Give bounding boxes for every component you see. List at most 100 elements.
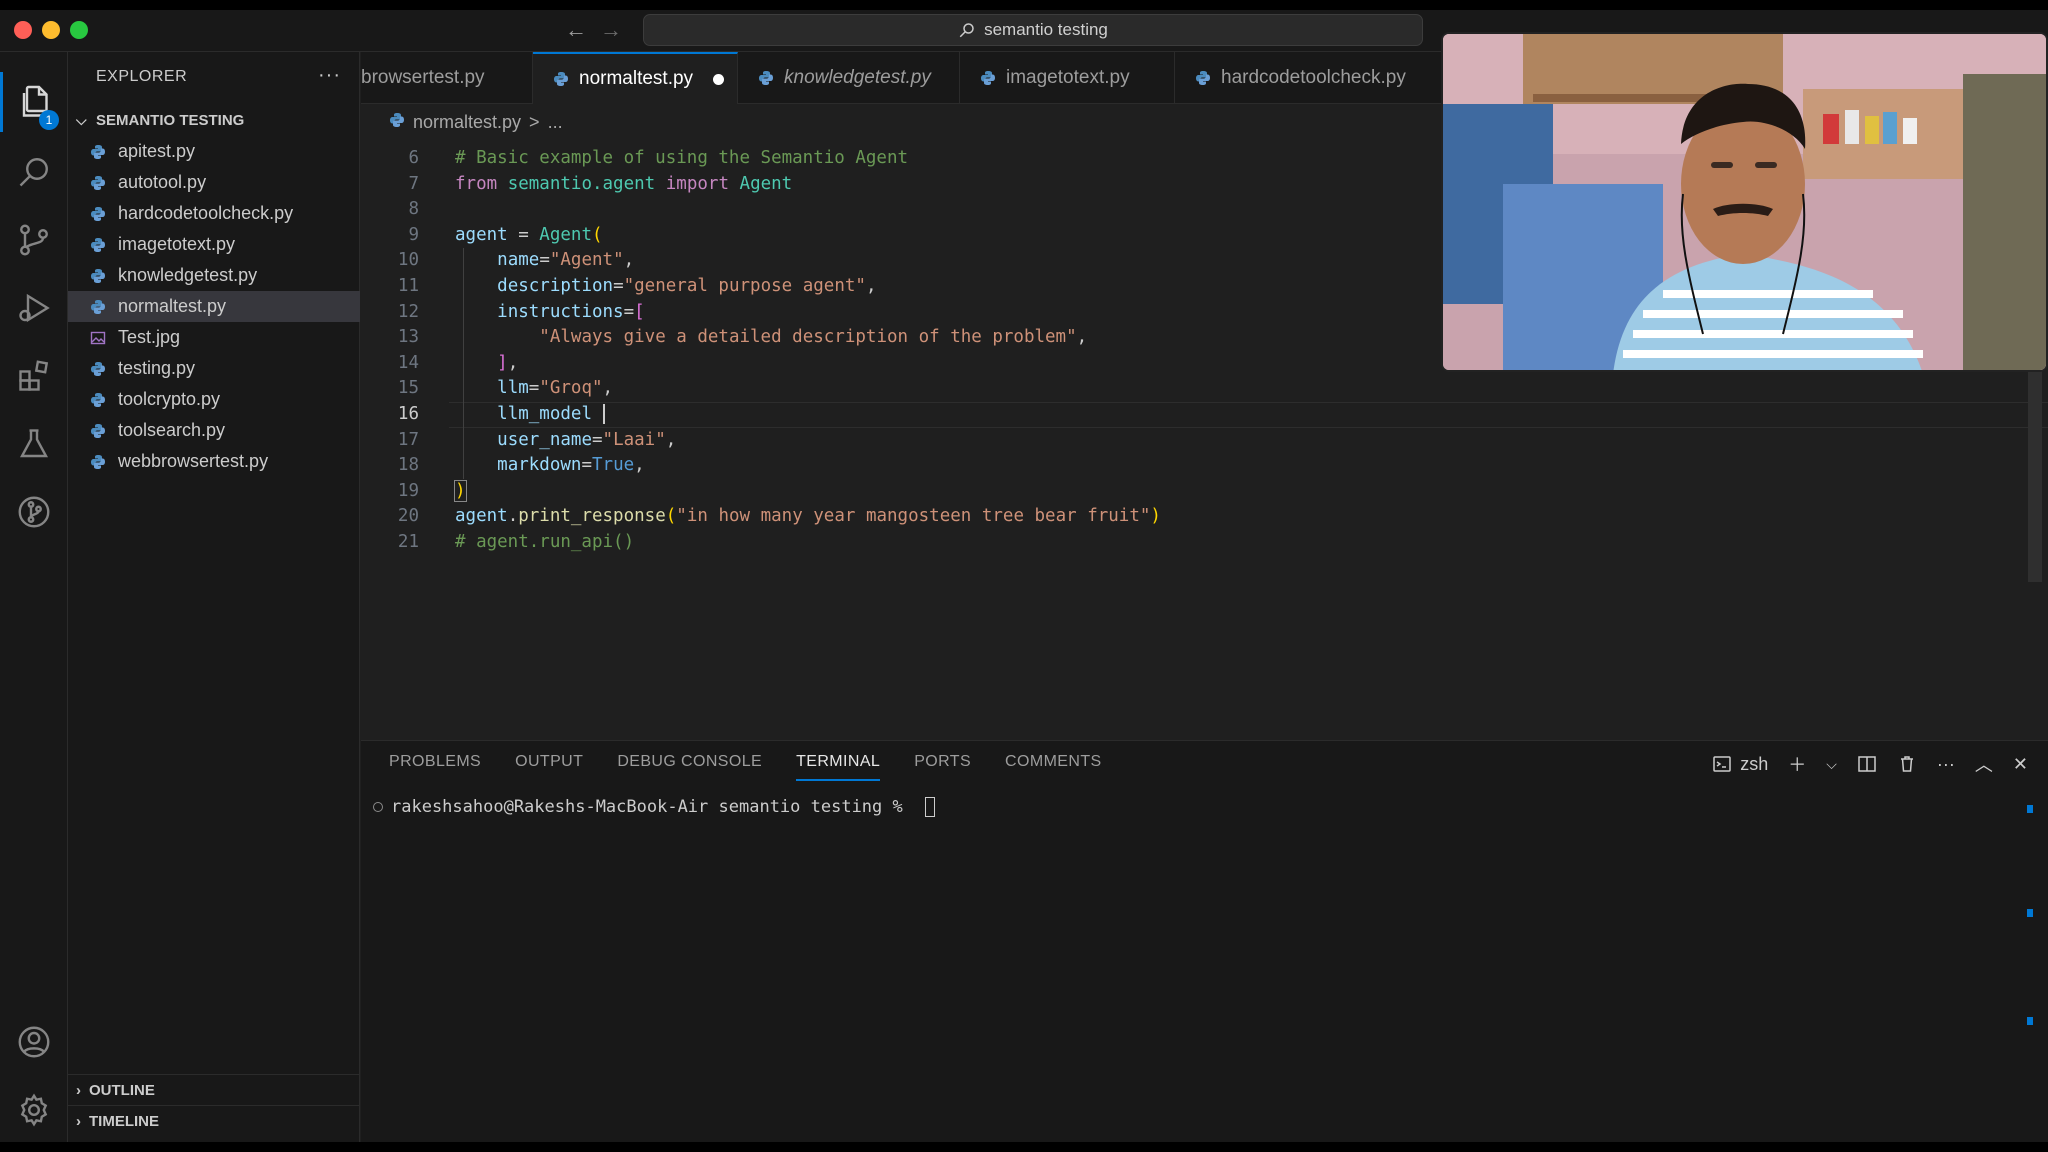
testing-icon — [19, 429, 49, 458]
breadcrumb-file[interactable]: normaltest.py — [413, 112, 521, 133]
unsaved-dot-icon[interactable] — [713, 73, 725, 85]
file-item[interactable]: webbrowsertest.py — [68, 446, 360, 477]
tab-terminal[interactable]: TERMINAL — [796, 753, 881, 781]
activity-run-debug[interactable] — [0, 278, 68, 338]
terminal-icon — [1713, 756, 1732, 772]
workspace-folder-name: SEMANTIO TESTING — [96, 111, 245, 129]
python-file-icon — [980, 70, 996, 86]
new-terminal-plus-icon[interactable]: ＋ — [1788, 751, 1806, 777]
code-keyword: import — [665, 173, 729, 194]
tab-label: normaltest.py — [579, 68, 694, 89]
terminal-scroll-marker — [2027, 805, 2033, 813]
outline-section[interactable]: › OUTLINE — [68, 1074, 360, 1105]
code-keyword: from — [455, 173, 498, 194]
code-line[interactable]: 20 agent.print_response("in how many year… — [361, 504, 2048, 530]
code-param: user_name — [497, 429, 592, 450]
tab-label: knowledgetest.py — [784, 67, 931, 88]
timeline-section[interactable]: › TIMELINE — [68, 1105, 360, 1136]
activity-extensions[interactable] — [0, 346, 68, 406]
tab-browsertest[interactable]: browsertest.py — [361, 52, 533, 104]
extensions-icon — [19, 360, 49, 391]
trash-icon[interactable] — [1897, 754, 1917, 774]
line-number: 20 — [397, 506, 419, 527]
file-name: normaltest.py — [118, 296, 227, 316]
breadcrumb-symbols[interactable]: ... — [548, 112, 563, 133]
webcam-overlay — [1441, 32, 2048, 372]
explorer-more-actions[interactable]: ··· — [318, 64, 341, 87]
window-minimize-button[interactable] — [42, 21, 60, 39]
code-line-current[interactable]: 16 llm_model — [361, 401, 2048, 428]
activity-explorer[interactable]: 1 — [0, 72, 68, 132]
code-operator: = — [507, 224, 540, 245]
tab-output[interactable]: OUTPUT — [515, 753, 583, 781]
file-name: testing.py — [118, 358, 196, 378]
file-item[interactable]: Test.jpg — [68, 322, 360, 353]
activity-manage[interactable] — [0, 1080, 68, 1140]
python-file-icon — [90, 267, 108, 285]
window-maximize-button[interactable] — [70, 21, 88, 39]
code-string: "general purpose agent" — [623, 275, 866, 296]
code-function: print_response — [518, 506, 666, 527]
activity-search[interactable] — [0, 142, 68, 202]
tab-knowledgetest[interactable]: knowledgetest.py — [738, 52, 960, 104]
tab-hardcodetoolcheck[interactable]: hardcodetoolcheck.py — [1175, 52, 1475, 104]
file-item[interactable]: imagetotext.py — [68, 229, 360, 260]
activity-source-control[interactable] — [0, 210, 68, 270]
account-icon — [18, 1026, 50, 1058]
more-actions-icon[interactable]: ··· — [1937, 754, 1955, 775]
file-item[interactable]: testing.py — [68, 353, 360, 384]
back-arrow-icon[interactable]: ← — [565, 18, 587, 42]
code-comment: # Basic example of using the Semantio Ag… — [455, 148, 909, 168]
file-name: webbrowsertest.py — [118, 451, 269, 471]
code-module: semantio.agent — [507, 173, 656, 194]
code-line[interactable]: 18 markdown=True, — [361, 453, 2048, 479]
file-item[interactable]: autotool.py — [68, 167, 360, 198]
chevron-down-icon: ⌵ — [76, 111, 87, 128]
file-item[interactable]: apitest.py — [68, 136, 360, 167]
file-item[interactable]: toolcrypto.py — [68, 384, 360, 415]
python-file-icon — [758, 70, 774, 86]
tab-label: browsertest.py — [361, 67, 485, 88]
code-line[interactable]: 15 llm="Groq", — [361, 376, 2048, 402]
chevron-down-icon[interactable]: ⌵ — [1826, 756, 1837, 773]
tab-ports[interactable]: PORTS — [914, 753, 971, 781]
code-string: "Laai" — [602, 429, 666, 450]
code-line[interactable]: 21 # agent.run_api() — [361, 530, 2048, 556]
code-line[interactable]: 19) — [361, 479, 2048, 505]
close-panel-icon[interactable]: ✕ — [2013, 754, 2028, 775]
tab-comments[interactable]: COMMENTS — [1005, 753, 1102, 781]
file-item[interactable]: hardcodetoolcheck.py — [68, 198, 360, 229]
chevron-right-icon: › — [76, 1081, 81, 1099]
line-number: 6 — [408, 148, 419, 168]
python-file-icon — [1195, 70, 1211, 86]
python-file-icon — [90, 174, 108, 192]
command-center-search[interactable]: semantio testing — [643, 14, 1423, 46]
file-item[interactable]: toolsearch.py — [68, 415, 360, 446]
terminal-shell-selector[interactable]: zsh — [1712, 754, 1768, 775]
terminal-output[interactable]: rakeshsahoo@Rakeshs-MacBook-Air semantio… — [373, 797, 935, 817]
text-cursor — [602, 403, 605, 424]
tab-imagetotext[interactable]: imagetotext.py — [960, 52, 1175, 104]
activity-testing[interactable] — [0, 414, 68, 474]
line-number: 9 — [408, 224, 419, 245]
file-item[interactable]: normaltest.py — [68, 291, 360, 322]
python-file-icon — [90, 205, 108, 223]
split-terminal-icon[interactable] — [1857, 754, 1877, 774]
file-item[interactable]: knowledgetest.py — [68, 260, 360, 291]
timeline-label: TIMELINE — [89, 1112, 159, 1130]
window-close-button[interactable] — [14, 21, 32, 39]
maximize-panel-chevron-up-icon[interactable]: ︿ — [1975, 751, 1993, 777]
workspace-folder-header[interactable]: ⌵ SEMANTIO TESTING — [76, 108, 244, 132]
code-bracket: [ — [634, 301, 645, 322]
code-line[interactable]: 17 user_name="Laai", — [361, 427, 2048, 454]
activity-git-graph[interactable] — [0, 482, 68, 542]
outline-label: OUTLINE — [89, 1081, 155, 1099]
tab-problems[interactable]: PROBLEMS — [389, 753, 481, 781]
panel-tab-bar: PROBLEMS OUTPUT DEBUG CONSOLE TERMINAL P… — [389, 753, 1102, 781]
terminal-shell-name: zsh — [1740, 753, 1769, 774]
forward-arrow-icon[interactable]: → — [600, 18, 622, 42]
activity-accounts[interactable] — [0, 1012, 68, 1072]
tab-debug-console[interactable]: DEBUG CONSOLE — [617, 753, 762, 781]
code-string: "in how many year mangosteen tree bear f… — [676, 506, 1151, 527]
tab-normaltest[interactable]: normaltest.py — [533, 52, 738, 104]
